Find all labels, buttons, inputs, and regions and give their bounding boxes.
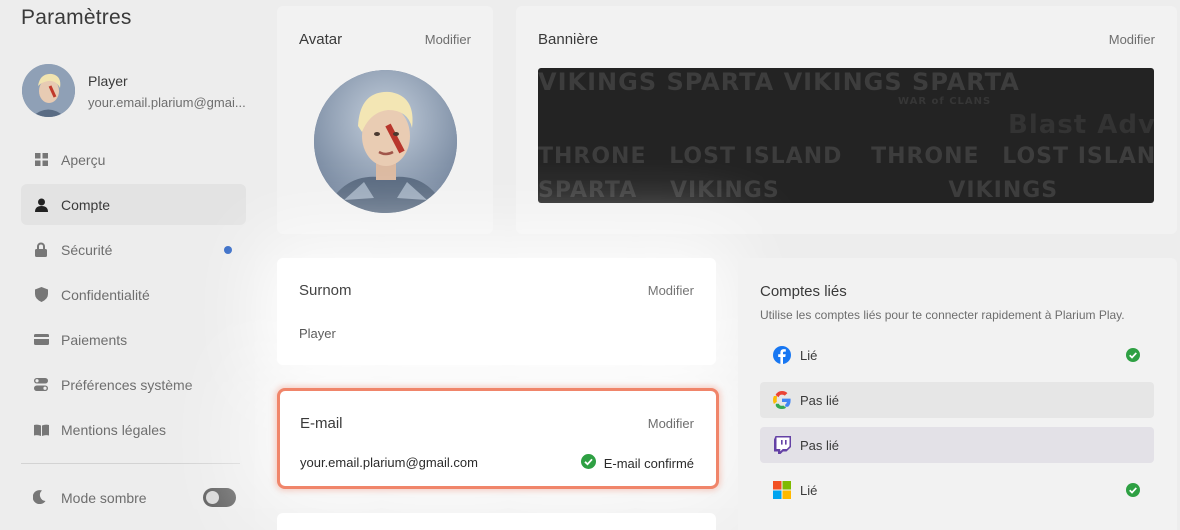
sidebar-divider xyxy=(21,463,240,464)
lock-icon xyxy=(33,242,49,258)
sidebar-item-label: Mentions légales xyxy=(61,421,167,438)
banner-card-title: Bannière xyxy=(538,31,599,48)
twitch-icon xyxy=(772,435,792,455)
card-icon xyxy=(33,332,49,348)
user-profile[interactable]: Player your.email.plarium@gmai... xyxy=(22,64,252,118)
linked-accounts-title: Comptes liés xyxy=(760,283,847,300)
linked-account-status: Pas lié xyxy=(800,437,840,453)
sidebar-item-label: Sécurité xyxy=(61,241,113,258)
avatar-card-title: Avatar xyxy=(299,31,343,48)
sidebar: Paramètres Player your.email.plarium@gma… xyxy=(0,0,262,530)
settings-page: Paramètres Player your.email.plarium@gma… xyxy=(0,0,1180,530)
moon-icon xyxy=(32,490,49,506)
email-card: E-mail Modifier your.email.plarium@gmail… xyxy=(277,388,719,489)
banner-text: THRONE LOST ISLAND THRONE LOST ISLAND xyxy=(538,144,1154,169)
email-value: your.email.plarium@gmail.com xyxy=(300,455,478,470)
linked-account-twitch[interactable]: Pas lié xyxy=(760,427,1154,463)
email-card-title: E-mail xyxy=(300,415,343,432)
banner-card: Bannière Modifier VIKINGS SPARTA VIKINGS… xyxy=(516,6,1177,234)
dark-mode-label: Mode sombre xyxy=(61,490,147,506)
page-title: Paramètres xyxy=(21,6,132,29)
sidebar-item-preferences[interactable]: Préférences système xyxy=(21,364,246,405)
nickname-card: Surnom Modifier Player xyxy=(277,258,716,365)
grid-icon xyxy=(33,152,49,168)
avatar xyxy=(22,64,75,117)
sidebar-item-label: Confidentialité xyxy=(61,286,150,303)
linked-accounts-subtitle: Utilise les comptes liés pour te connect… xyxy=(760,308,1125,322)
avatar-image xyxy=(314,70,457,213)
shield-icon xyxy=(33,287,49,303)
banner-edit-button[interactable]: Modifier xyxy=(1109,32,1155,47)
banner-text: WAR of CLANS xyxy=(898,96,992,107)
dark-mode-toggle[interactable] xyxy=(203,488,236,507)
google-icon xyxy=(772,390,792,410)
sidebar-item-securite[interactable]: Sécurité xyxy=(21,229,246,270)
avatar-edit-button[interactable]: Modifier xyxy=(425,32,471,47)
check-circle-icon xyxy=(580,454,596,472)
banner-text: Blast Adventure xyxy=(1008,110,1154,140)
nickname-card-title: Surnom xyxy=(299,282,352,299)
sidebar-item-mentions[interactable]: Mentions légales xyxy=(21,409,246,450)
microsoft-icon xyxy=(772,480,792,500)
sidebar-item-compte[interactable]: Compte xyxy=(21,184,246,225)
linked-account-facebook[interactable]: Lié xyxy=(760,337,1154,373)
sidebar-item-label: Aperçu xyxy=(61,151,106,168)
nickname-value: Player xyxy=(299,326,336,341)
toggles-icon xyxy=(33,377,49,393)
sidebar-item-apercu[interactable]: Aperçu xyxy=(21,139,246,180)
check-circle-icon xyxy=(1126,348,1140,365)
linked-account-google[interactable]: Pas lié xyxy=(760,382,1154,418)
user-name: Player xyxy=(88,73,128,89)
email-edit-button[interactable]: Modifier xyxy=(648,416,694,431)
sidebar-item-paiements[interactable]: Paiements xyxy=(21,319,246,360)
linked-account-status: Lié xyxy=(800,347,818,363)
sidebar-item-confidentialite[interactable]: Confidentialité xyxy=(21,274,246,315)
email-status: E-mail confirmé xyxy=(580,454,694,472)
sidebar-item-label: Compte xyxy=(61,196,111,213)
dark-mode-row: Mode sombre xyxy=(21,480,246,516)
banner-image: VIKINGS SPARTA VIKINGS SPARTA WAR of CLA… xyxy=(538,68,1154,203)
linked-accounts-card: Comptes liés Utilise les comptes liés po… xyxy=(738,258,1177,530)
sidebar-nav: Aperçu Compte Sécurité Confidentialité P… xyxy=(21,139,246,454)
linked-account-status: Lié xyxy=(800,482,818,498)
nickname-edit-button[interactable]: Modifier xyxy=(648,283,694,298)
email-status-label: E-mail confirmé xyxy=(603,455,694,471)
book-icon xyxy=(33,422,49,438)
user-email: your.email.plarium@gmai... xyxy=(88,95,246,110)
linked-account-status: Pas lié xyxy=(800,392,840,408)
avatar-card: Avatar Modifier xyxy=(277,6,493,234)
banner-text: VIKINGS SPARTA VIKINGS SPARTA xyxy=(538,68,1020,96)
banner-text: SPARTA VIKINGS VIKINGS xyxy=(538,178,1059,203)
linked-account-microsoft[interactable]: Lié xyxy=(760,472,1154,508)
check-circle-icon xyxy=(1126,483,1140,500)
sidebar-item-label: Paiements xyxy=(61,331,128,348)
notification-badge xyxy=(224,246,232,254)
next-card xyxy=(277,513,716,530)
user-icon xyxy=(33,197,49,213)
facebook-icon xyxy=(772,345,792,365)
sidebar-item-label: Préférences système xyxy=(61,376,193,393)
